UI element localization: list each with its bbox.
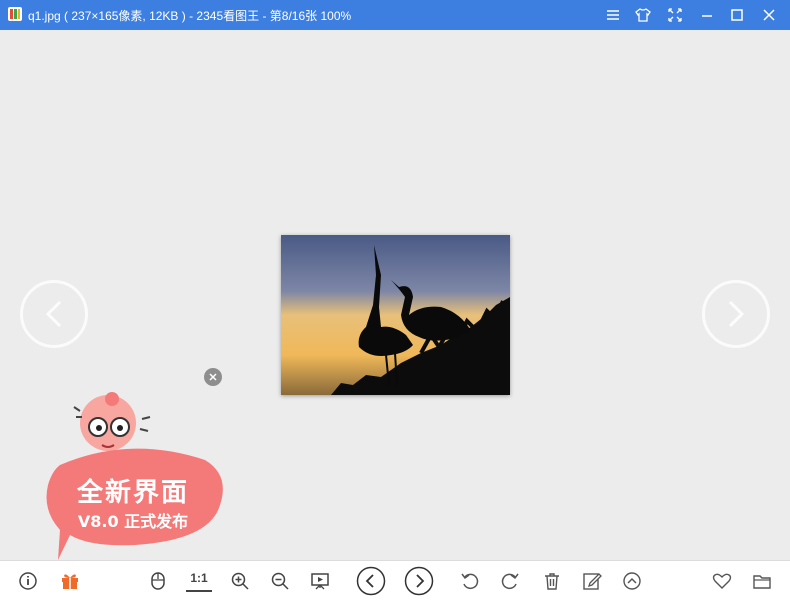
promo-headline: 全新界面 bbox=[76, 478, 189, 508]
window-title: q1.jpg ( 237×165像素, 12KB ) - 2345看图王 - 第… bbox=[28, 9, 352, 23]
heart-icon bbox=[712, 573, 732, 589]
rotate-left-icon bbox=[461, 573, 479, 590]
zoom-in-button[interactable] bbox=[228, 569, 252, 593]
mouse-mode-button[interactable] bbox=[146, 569, 170, 593]
folder-icon bbox=[753, 575, 771, 589]
info-icon bbox=[19, 572, 37, 590]
info-button[interactable] bbox=[16, 569, 40, 593]
fullscreen-button[interactable] bbox=[664, 5, 686, 25]
maximize-button[interactable] bbox=[726, 5, 748, 25]
open-folder-button[interactable] bbox=[750, 569, 774, 593]
gift-button[interactable] bbox=[58, 569, 82, 593]
zoom-in-icon bbox=[231, 572, 249, 590]
chevron-right-icon bbox=[728, 300, 745, 328]
promo-close-button[interactable] bbox=[204, 368, 222, 386]
close-button[interactable] bbox=[758, 5, 780, 25]
slideshow-icon bbox=[311, 573, 329, 590]
rotate-left-button[interactable] bbox=[458, 569, 482, 593]
next-icon bbox=[404, 566, 434, 596]
bottom-toolbar: 1:1 bbox=[0, 560, 790, 600]
minimize-button[interactable] bbox=[696, 5, 718, 25]
promo-subheadline: V8.0 正式发布 bbox=[77, 512, 189, 531]
app-logo-icon bbox=[8, 7, 22, 21]
rotate-right-button[interactable] bbox=[498, 569, 522, 593]
delete-icon bbox=[545, 573, 559, 590]
previous-image-button[interactable] bbox=[20, 280, 88, 348]
skin-icon bbox=[635, 8, 651, 22]
slideshow-button[interactable] bbox=[308, 569, 332, 593]
promo-mascot-bubble[interactable] bbox=[40, 365, 240, 565]
gift-icon bbox=[62, 574, 78, 589]
close-icon bbox=[209, 373, 217, 381]
chevron-left-icon bbox=[45, 300, 62, 328]
edit-icon bbox=[583, 573, 602, 590]
previous-icon bbox=[356, 566, 386, 596]
chevron-up-icon bbox=[623, 572, 641, 590]
zoom-out-button[interactable] bbox=[268, 569, 292, 593]
heron-silhouette-photo bbox=[281, 235, 510, 395]
mouse-icon bbox=[151, 572, 165, 590]
next-image-button[interactable] bbox=[702, 280, 770, 348]
zoom-out-icon bbox=[271, 572, 289, 590]
skin-button[interactable] bbox=[632, 5, 654, 25]
more-button[interactable] bbox=[620, 569, 644, 593]
delete-button[interactable] bbox=[540, 569, 564, 593]
title-bar: q1.jpg ( 237×165像素, 12KB ) - 2345看图王 - 第… bbox=[0, 0, 790, 30]
rotate-right-icon bbox=[501, 573, 519, 590]
fullscreen-icon bbox=[668, 8, 682, 22]
maximize-icon bbox=[731, 9, 743, 21]
next-button[interactable] bbox=[404, 566, 434, 596]
edit-button[interactable] bbox=[580, 569, 604, 593]
close-icon bbox=[763, 9, 775, 21]
favorite-button[interactable] bbox=[710, 569, 734, 593]
menu-icon bbox=[607, 10, 619, 20]
actual-size-button[interactable]: 1:1 bbox=[186, 570, 212, 592]
displayed-image bbox=[281, 235, 510, 395]
minimize-icon bbox=[702, 15, 712, 17]
previous-button[interactable] bbox=[356, 566, 386, 596]
menu-button[interactable] bbox=[602, 5, 624, 25]
